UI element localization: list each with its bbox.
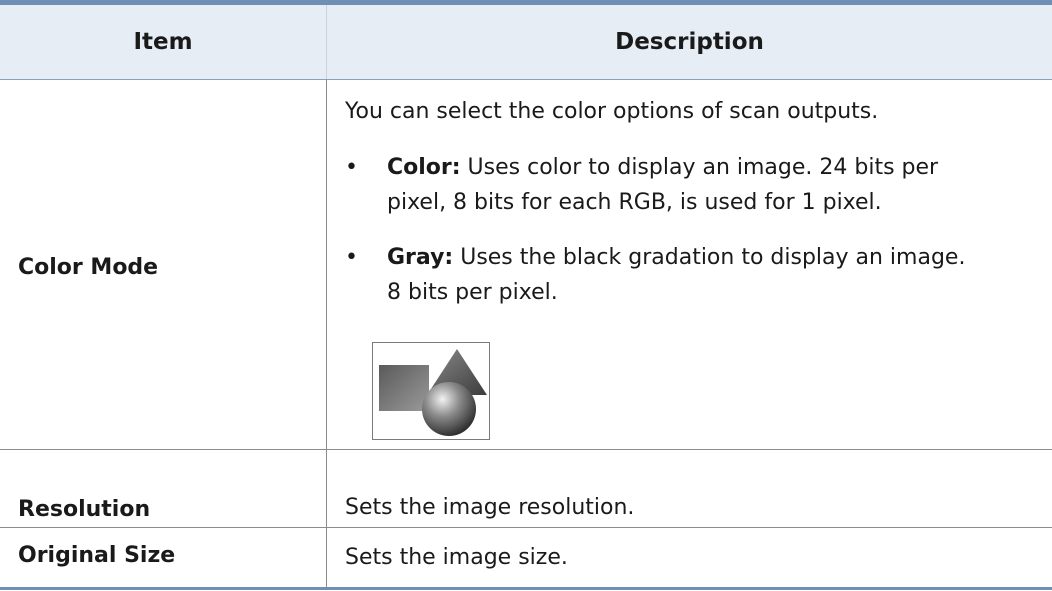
- row-color-mode-item: Color Mode: [18, 255, 159, 280]
- shapes-graphic: [379, 349, 487, 436]
- bullet-line2-gray: 8 bits per pixel.: [387, 280, 558, 305]
- row-divider: [0, 449, 1052, 450]
- row-original-size-description: Sets the image size.: [345, 545, 568, 570]
- header-description: Description: [615, 29, 764, 55]
- color-mode-shapes-icon: [372, 342, 490, 440]
- column-divider: [326, 80, 327, 587]
- bullet-line1-color: Uses color to display an image. 24 bits …: [460, 155, 939, 180]
- bullet-marker: •: [345, 245, 358, 270]
- bullet-term-gray: Gray:: [387, 245, 454, 270]
- row-resolution-description: Sets the image resolution.: [345, 495, 635, 520]
- bullet-line2-color: pixel, 8 bits for each RGB, is used for …: [387, 190, 882, 215]
- row-original-size-item: Original Size: [18, 543, 176, 568]
- header-item: Item: [133, 29, 193, 55]
- table-header-row: Item Description: [0, 5, 1052, 80]
- table-bottom-rule: [0, 587, 1052, 590]
- row-divider: [0, 527, 1052, 528]
- color-mode-intro: You can select the color options of scan…: [345, 99, 879, 124]
- bullet-marker: •: [345, 155, 358, 180]
- bullet-gray: • Gray: Uses the black gradation to disp…: [345, 240, 1035, 310]
- bullet-line1-gray: Uses the black gradation to display an i…: [453, 245, 966, 270]
- bullet-color: • Color: Uses color to display an image.…: [345, 150, 1035, 220]
- bullet-term-color: Color:: [387, 155, 461, 180]
- row-resolution-item: Resolution: [18, 497, 151, 522]
